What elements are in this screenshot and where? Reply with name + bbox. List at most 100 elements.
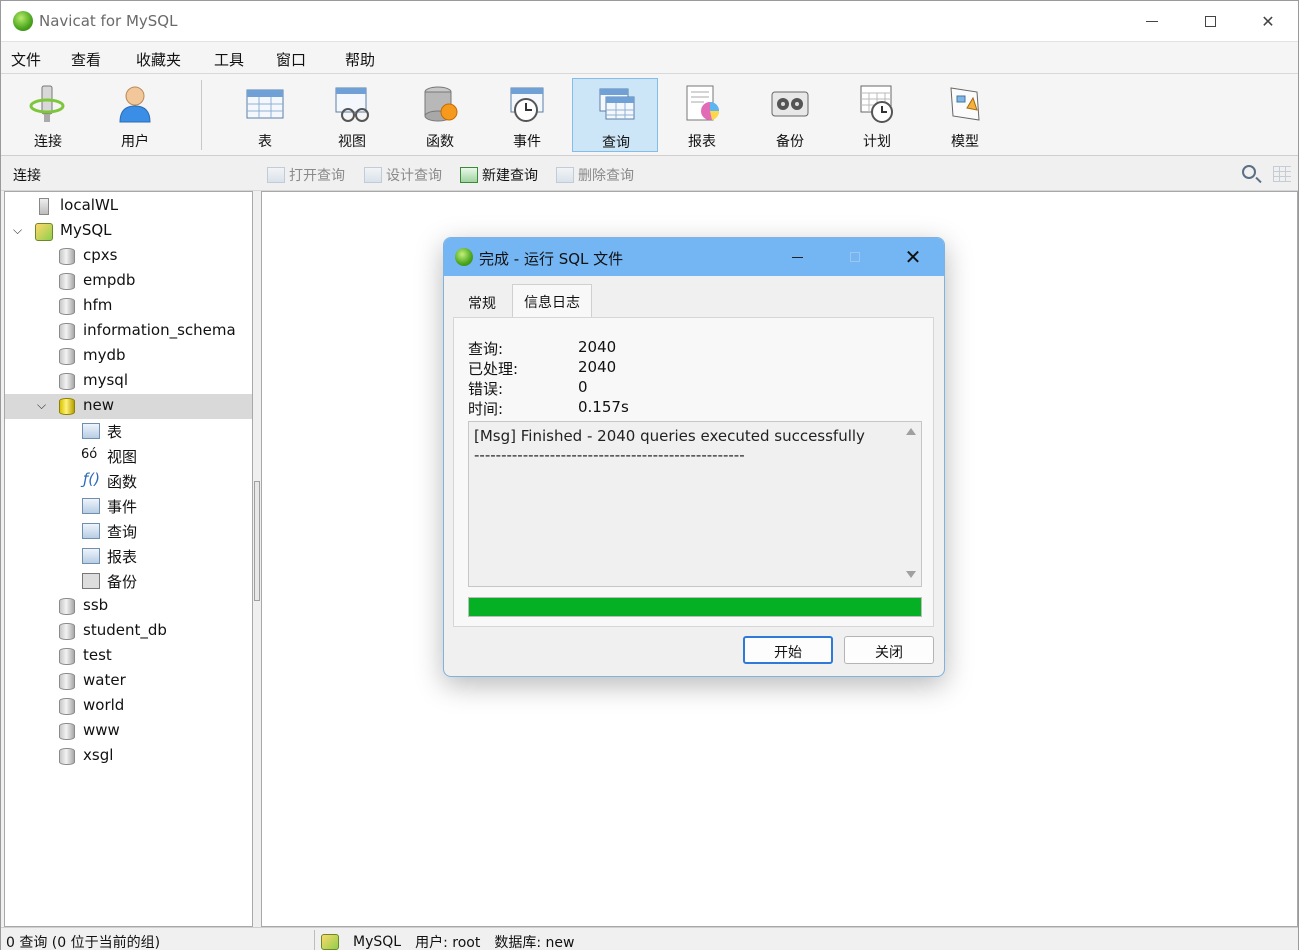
- tree-item-database[interactable]: mysql: [5, 369, 252, 394]
- toolbar-report-button[interactable]: 报表: [659, 78, 745, 152]
- tree-item-database[interactable]: xsgl: [5, 744, 252, 769]
- design-query-button[interactable]: 设计查询: [364, 165, 442, 185]
- tree-item-reports[interactable]: 报表: [5, 544, 252, 569]
- function-icon: [424, 86, 458, 122]
- tree-item-database[interactable]: test: [5, 644, 252, 669]
- toolbar-function-button[interactable]: 函数: [397, 78, 483, 152]
- tree-item-database[interactable]: world: [5, 694, 252, 719]
- queries-label: 查询:: [468, 340, 504, 358]
- open-query-button[interactable]: 打开查询: [267, 165, 345, 185]
- dialog-maximize-button: [835, 246, 875, 268]
- toolbar-event-button[interactable]: 事件: [484, 78, 570, 152]
- tree-item-mysql[interactable]: ⌵ MySQL: [5, 219, 252, 244]
- connection-tree: localWL ⌵ MySQL cpxs empdb hfm informati…: [4, 191, 253, 927]
- tree-item-functions[interactable]: ƒ() 函数: [5, 469, 252, 494]
- time-value: 0.157s: [578, 398, 629, 416]
- close-window-button[interactable]: ✕: [1245, 7, 1291, 35]
- log-text-area[interactable]: [Msg] Finished - 2040 queries executed s…: [468, 421, 922, 587]
- search-icon[interactable]: [1242, 165, 1256, 179]
- tree-item-views[interactable]: 6ό 视图: [5, 444, 252, 469]
- event-icon: [82, 498, 100, 514]
- delete-query-button[interactable]: 删除查询: [556, 165, 634, 185]
- menu-file[interactable]: 文件: [11, 49, 41, 70]
- tree-item-database[interactable]: hfm: [5, 294, 252, 319]
- function-icon: ƒ(): [83, 470, 100, 488]
- menu-view[interactable]: 查看: [71, 49, 101, 70]
- toolbar-model-button[interactable]: 模型: [922, 78, 1008, 152]
- toolbar-connection-button[interactable]: 连接: [5, 78, 91, 152]
- maximize-icon: [1204, 15, 1216, 27]
- status-database: 数据库: new: [494, 935, 575, 950]
- table-icon: [246, 89, 284, 119]
- toolbar-label: 事件: [513, 134, 541, 150]
- mysql-connection-icon: [35, 223, 53, 241]
- pane-splitter[interactable]: [253, 191, 261, 927]
- delete-query-icon: [556, 167, 574, 183]
- tree-item-database[interactable]: ssb: [5, 594, 252, 619]
- start-button[interactable]: 开始: [743, 636, 833, 664]
- tree-item-queries[interactable]: 查询: [5, 519, 252, 544]
- dialog-minimize-button[interactable]: [777, 246, 817, 268]
- connection-pane-title: 连接: [13, 168, 41, 184]
- database-icon: [59, 748, 75, 765]
- toolbar-label: 函数: [426, 134, 454, 150]
- toolbar-view-button[interactable]: 视图: [309, 78, 395, 152]
- toolbar-table-button[interactable]: 表: [222, 78, 308, 152]
- menu-tools[interactable]: 工具: [214, 49, 244, 70]
- log-scrollbar[interactable]: [901, 422, 921, 586]
- database-icon: [59, 348, 75, 365]
- maximize-button[interactable]: [1187, 7, 1233, 35]
- new-query-button[interactable]: 新建查询: [460, 165, 538, 185]
- tree-item-database[interactable]: information_schema: [5, 319, 252, 344]
- status-query-count: 0 查询 (0 位于当前的组): [6, 935, 161, 950]
- toolbar-separator: [201, 80, 202, 150]
- tab-general[interactable]: 常规: [453, 286, 511, 317]
- chevron-down-icon[interactable]: ⌵: [13, 223, 22, 238]
- grid-view-icon[interactable]: [1273, 166, 1291, 182]
- toolbar-label: 用户: [121, 134, 149, 150]
- tree-item-database[interactable]: water: [5, 669, 252, 694]
- tree-item-tables[interactable]: 表: [5, 419, 252, 444]
- tree-item-database[interactable]: www: [5, 719, 252, 744]
- tree-item-database[interactable]: mydb: [5, 344, 252, 369]
- tree-item-localwl[interactable]: localWL: [5, 194, 252, 219]
- window-title: Navicat for MySQL: [39, 12, 178, 30]
- toolbar-label: 备份: [776, 134, 804, 150]
- open-database-icon: [59, 398, 75, 415]
- time-label: 时间:: [468, 400, 504, 418]
- dialog-close-button[interactable]: ✕: [893, 246, 933, 268]
- toolbar-label: 计划: [863, 134, 891, 150]
- status-connection-info: MySQL 用户: root 数据库: new: [321, 932, 574, 950]
- chevron-down-icon[interactable]: ⌵: [37, 398, 46, 413]
- server-icon: [39, 198, 49, 215]
- tree-item-database-selected[interactable]: ⌵ new: [5, 394, 252, 419]
- tree-item-events[interactable]: 事件: [5, 494, 252, 519]
- scroll-up-arrow-icon[interactable]: [906, 428, 916, 435]
- toolbar-schedule-button[interactable]: 计划: [834, 78, 920, 152]
- status-connection: MySQL: [353, 934, 402, 950]
- progress-fill: [469, 598, 921, 616]
- tree-item-database[interactable]: student_db: [5, 619, 252, 644]
- view-icon: [335, 87, 369, 122]
- menu-favorites[interactable]: 收藏夹: [136, 49, 181, 70]
- errors-value: 0: [578, 378, 588, 396]
- menu-help[interactable]: 帮助: [345, 49, 375, 70]
- toolbar-query-button[interactable]: 查询: [572, 78, 658, 152]
- toolbar-user-button[interactable]: 用户: [92, 78, 178, 152]
- close-button[interactable]: 关闭: [844, 636, 934, 664]
- tree-item-database[interactable]: empdb: [5, 269, 252, 294]
- splitter-grip[interactable]: [254, 481, 260, 601]
- event-icon: [510, 87, 544, 122]
- tree-item-database[interactable]: cpxs: [5, 244, 252, 269]
- tree-item-backups[interactable]: 备份: [5, 569, 252, 594]
- log-line: ----------------------------------------…: [474, 446, 745, 464]
- toolbar-label: 视图: [338, 134, 366, 150]
- toolbar-backup-button[interactable]: 备份: [747, 78, 833, 152]
- scroll-down-arrow-icon[interactable]: [906, 571, 916, 578]
- tab-message-log[interactable]: 信息日志: [512, 284, 592, 318]
- title-bar: Navicat for MySQL ✕: [1, 1, 1298, 41]
- minimize-button[interactable]: [1129, 7, 1175, 35]
- backup-icon: [771, 91, 809, 117]
- open-query-icon: [267, 167, 285, 183]
- menu-window[interactable]: 窗口: [276, 49, 306, 70]
